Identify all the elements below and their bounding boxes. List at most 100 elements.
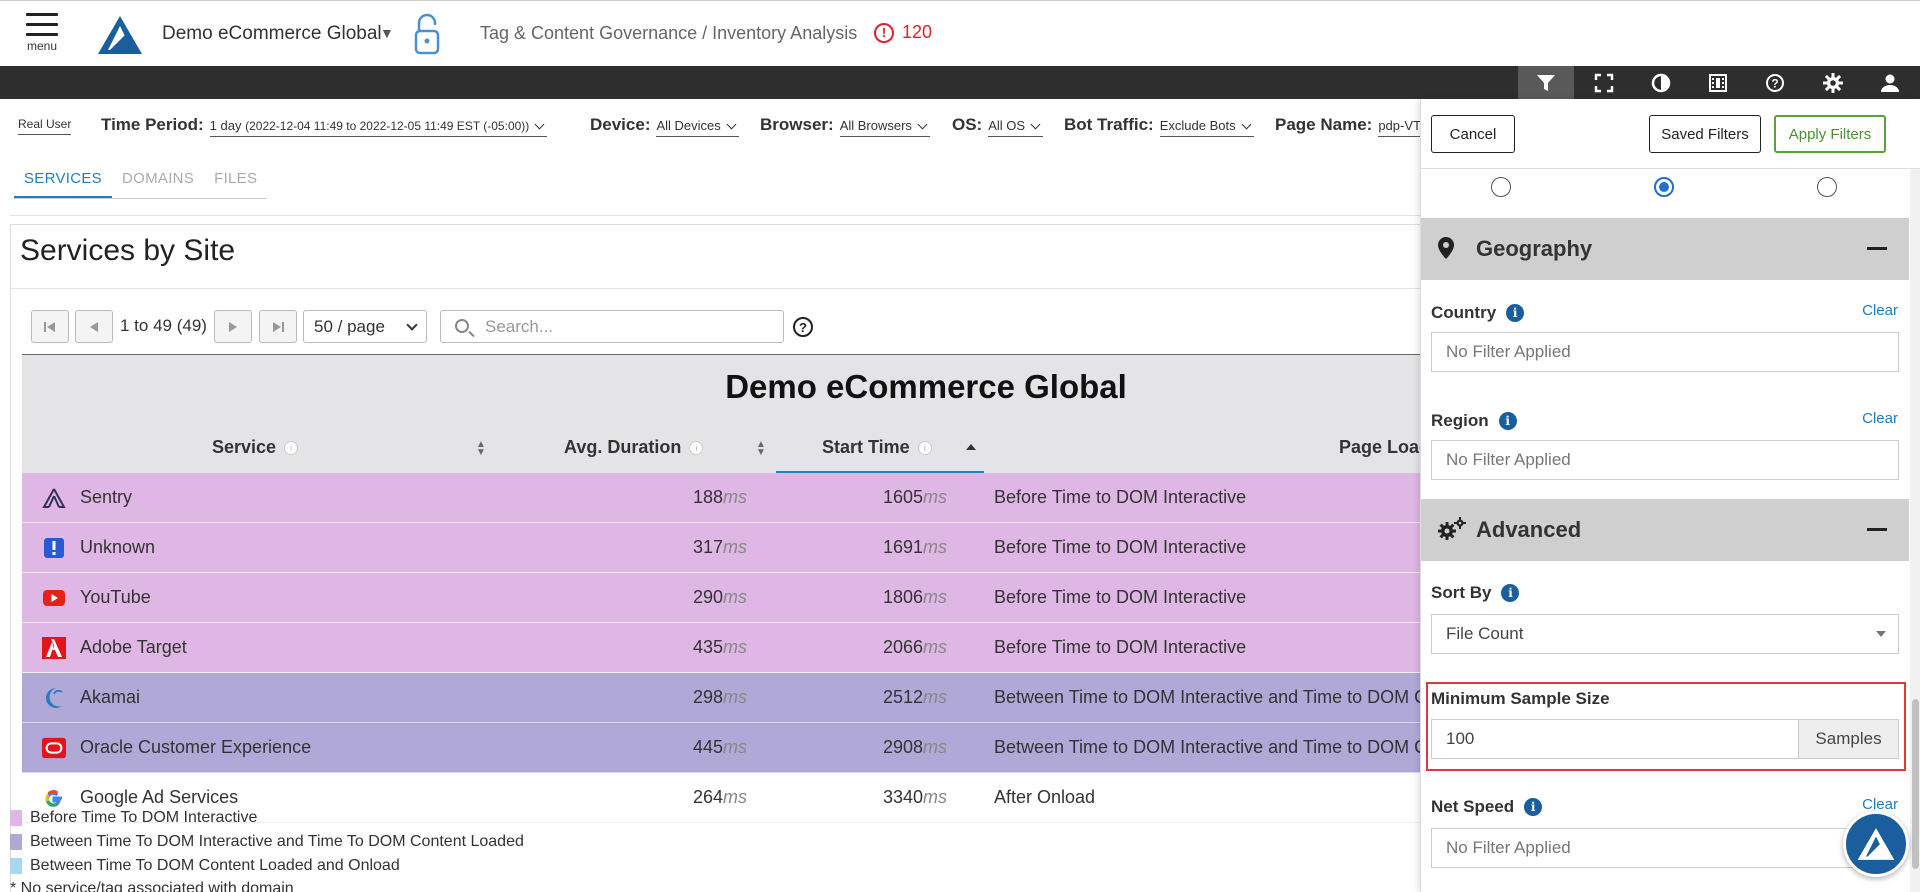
- geography-title: Geography: [1476, 236, 1593, 261]
- service-name: Google Ad Services: [80, 787, 239, 807]
- legend-item: Between Time To DOM Content Loaded and O…: [10, 857, 400, 875]
- collapse-icon[interactable]: [1867, 247, 1887, 250]
- table-row[interactable]: Oracle Customer Experience 445ms 2908ms …: [22, 723, 1442, 773]
- browser-filter[interactable]: Browser: All Browsers: [760, 115, 930, 137]
- region-field[interactable]: No Filter Applied: [1431, 440, 1899, 480]
- page-load-phase: Before Time to DOM Interactive: [994, 587, 1247, 607]
- tab-files[interactable]: FILES: [204, 160, 267, 198]
- sort-by-select[interactable]: File Count: [1431, 614, 1899, 654]
- alert-icon: !: [874, 22, 894, 43]
- os-dropdown[interactable]: All OS: [988, 118, 1044, 137]
- user-icon[interactable]: [1862, 66, 1918, 99]
- radio-option-selected[interactable]: [1654, 177, 1674, 197]
- last-page-button[interactable]: [259, 310, 297, 343]
- column-page-load[interactable]: Page Load: [1339, 437, 1430, 458]
- avg-duration: 317ms: [692, 537, 747, 557]
- bot-traffic-dropdown[interactable]: Exclude Bots: [1159, 118, 1254, 137]
- net-speed-label-text: Net Speed: [1431, 797, 1515, 816]
- info-icon[interactable]: i: [1501, 584, 1520, 602]
- table-row[interactable]: YouTube 290ms 1806ms Before Time to DOM …: [22, 573, 1442, 623]
- sort-ascending-icon[interactable]: [966, 444, 976, 450]
- country-label-text: Country: [1431, 303, 1497, 322]
- country-clear-link[interactable]: Clear: [1862, 302, 1898, 319]
- time-period-dropdown[interactable]: 1 day (2022-12-04 11:49 to 2022-12-05 11…: [209, 118, 548, 137]
- avg-duration: 445ms: [692, 737, 747, 757]
- time-period-range: (2022-12-04 11:49 to 2022-12-05 11:49 ES…: [245, 119, 530, 133]
- table-help-icon[interactable]: ?: [793, 317, 813, 337]
- table-row[interactable]: Adobe Target 435ms 2066ms Before Time to…: [22, 623, 1442, 673]
- bot-traffic-label: Bot Traffic:: [1064, 115, 1154, 134]
- legend-item: Between Time To DOM Interactive and Time…: [10, 833, 524, 851]
- menu-button[interactable]: menu: [22, 13, 62, 61]
- collapse-icon[interactable]: [1867, 528, 1887, 531]
- filter-panel: Cancel Saved Filters Apply Filters Geogr…: [1420, 99, 1920, 892]
- column-start-time[interactable]: Start Time i: [822, 437, 932, 458]
- page-load-phase: Before Time to DOM Interactive: [994, 487, 1247, 507]
- country-field[interactable]: No Filter Applied: [1431, 332, 1899, 372]
- map-pin-icon: [1437, 236, 1455, 266]
- saved-filters-button[interactable]: Saved Filters: [1649, 115, 1761, 153]
- sort-toggle-icon[interactable]: ▲ ▼: [756, 440, 766, 458]
- alerts-indicator[interactable]: ! 120: [874, 22, 932, 43]
- per-page-select[interactable]: 50 / page: [303, 310, 427, 343]
- service-name: YouTube: [80, 587, 151, 607]
- radio-option[interactable]: [1817, 177, 1837, 197]
- region-clear-link[interactable]: Clear: [1862, 410, 1898, 427]
- real-user-selector[interactable]: Real User: [18, 117, 72, 135]
- legend-label: Between Time To DOM Content Loaded and O…: [30, 857, 400, 874]
- avg-duration: 435ms: [692, 637, 747, 657]
- radio-option[interactable]: [1491, 177, 1511, 197]
- tab-services[interactable]: SERVICES: [14, 160, 112, 198]
- unlock-icon[interactable]: [410, 11, 444, 57]
- column-avg-duration[interactable]: Avg. Duration i: [564, 437, 704, 458]
- info-icon[interactable]: i: [1498, 412, 1517, 430]
- prev-page-button[interactable]: [75, 310, 113, 343]
- min-sample-input[interactable]: 100 Samples: [1431, 719, 1899, 759]
- site-selector[interactable]: Demo eCommerce Global: [162, 23, 382, 45]
- scrollbar-thumb[interactable]: [1912, 699, 1919, 869]
- film-icon[interactable]: [1690, 66, 1746, 99]
- tab-domains[interactable]: DOMAINS: [112, 160, 204, 198]
- site-dropdown-caret-icon[interactable]: ▼: [380, 25, 394, 41]
- view-tabs: SERVICES DOMAINS FILES: [14, 160, 268, 199]
- info-icon[interactable]: i: [917, 440, 932, 455]
- filter-icon[interactable]: [1518, 66, 1574, 99]
- info-icon[interactable]: i: [1524, 798, 1543, 816]
- app-header: menu Demo eCommerce Global ▼ Tag & Conte…: [0, 0, 1920, 66]
- column-service[interactable]: Service i: [212, 437, 299, 458]
- contrast-icon[interactable]: [1633, 66, 1689, 99]
- cancel-button[interactable]: Cancel: [1431, 115, 1515, 153]
- chevron-down-icon: [406, 319, 418, 331]
- toolbar: ?: [0, 66, 1920, 99]
- net-speed-field[interactable]: No Filter Applied: [1431, 828, 1899, 868]
- info-icon[interactable]: i: [284, 440, 299, 455]
- assistant-logo-button[interactable]: [1843, 811, 1909, 877]
- gear-icon[interactable]: [1805, 66, 1861, 99]
- geography-section-header[interactable]: Geography: [1421, 218, 1909, 280]
- search-input[interactable]: Search...: [440, 310, 784, 343]
- device-filter[interactable]: Device: All Devices: [590, 115, 739, 137]
- info-icon[interactable]: i: [1506, 304, 1525, 322]
- fullscreen-icon[interactable]: [1576, 66, 1632, 99]
- info-icon[interactable]: i: [689, 440, 704, 455]
- apply-filters-button[interactable]: Apply Filters: [1774, 115, 1886, 153]
- help-icon[interactable]: ?: [1747, 66, 1803, 99]
- advanced-section-header[interactable]: Advanced: [1421, 499, 1909, 561]
- table-row[interactable]: Unknown 317ms 1691ms Before Time to DOM …: [22, 523, 1442, 573]
- page-name-filter[interactable]: Page Name: pdp-VT: [1275, 115, 1439, 137]
- bot-traffic-filter[interactable]: Bot Traffic: Exclude Bots: [1064, 115, 1254, 137]
- next-page-icon: [229, 321, 237, 332]
- os-filter[interactable]: OS: All OS: [952, 115, 1044, 137]
- start-time: 1605ms: [882, 487, 947, 507]
- device-dropdown[interactable]: All Devices: [656, 118, 739, 137]
- time-period-filter[interactable]: Time Period: 1 day (2022-12-04 11:49 to …: [101, 115, 548, 137]
- service-name: Oracle Customer Experience: [80, 737, 312, 757]
- browser-dropdown[interactable]: All Browsers: [839, 118, 930, 137]
- table-row[interactable]: Sentry 188ms 1605ms Before Time to DOM I…: [22, 473, 1442, 523]
- first-page-button[interactable]: [31, 310, 69, 343]
- advanced-title: Advanced: [1476, 517, 1582, 542]
- table-row[interactable]: Akamai 298ms 2512ms Between Time to DOM …: [22, 673, 1442, 723]
- sort-toggle-icon[interactable]: ▲ ▼: [476, 440, 486, 458]
- next-page-button[interactable]: [214, 310, 252, 343]
- legend-item: Before Time To DOM Interactive: [10, 809, 257, 827]
